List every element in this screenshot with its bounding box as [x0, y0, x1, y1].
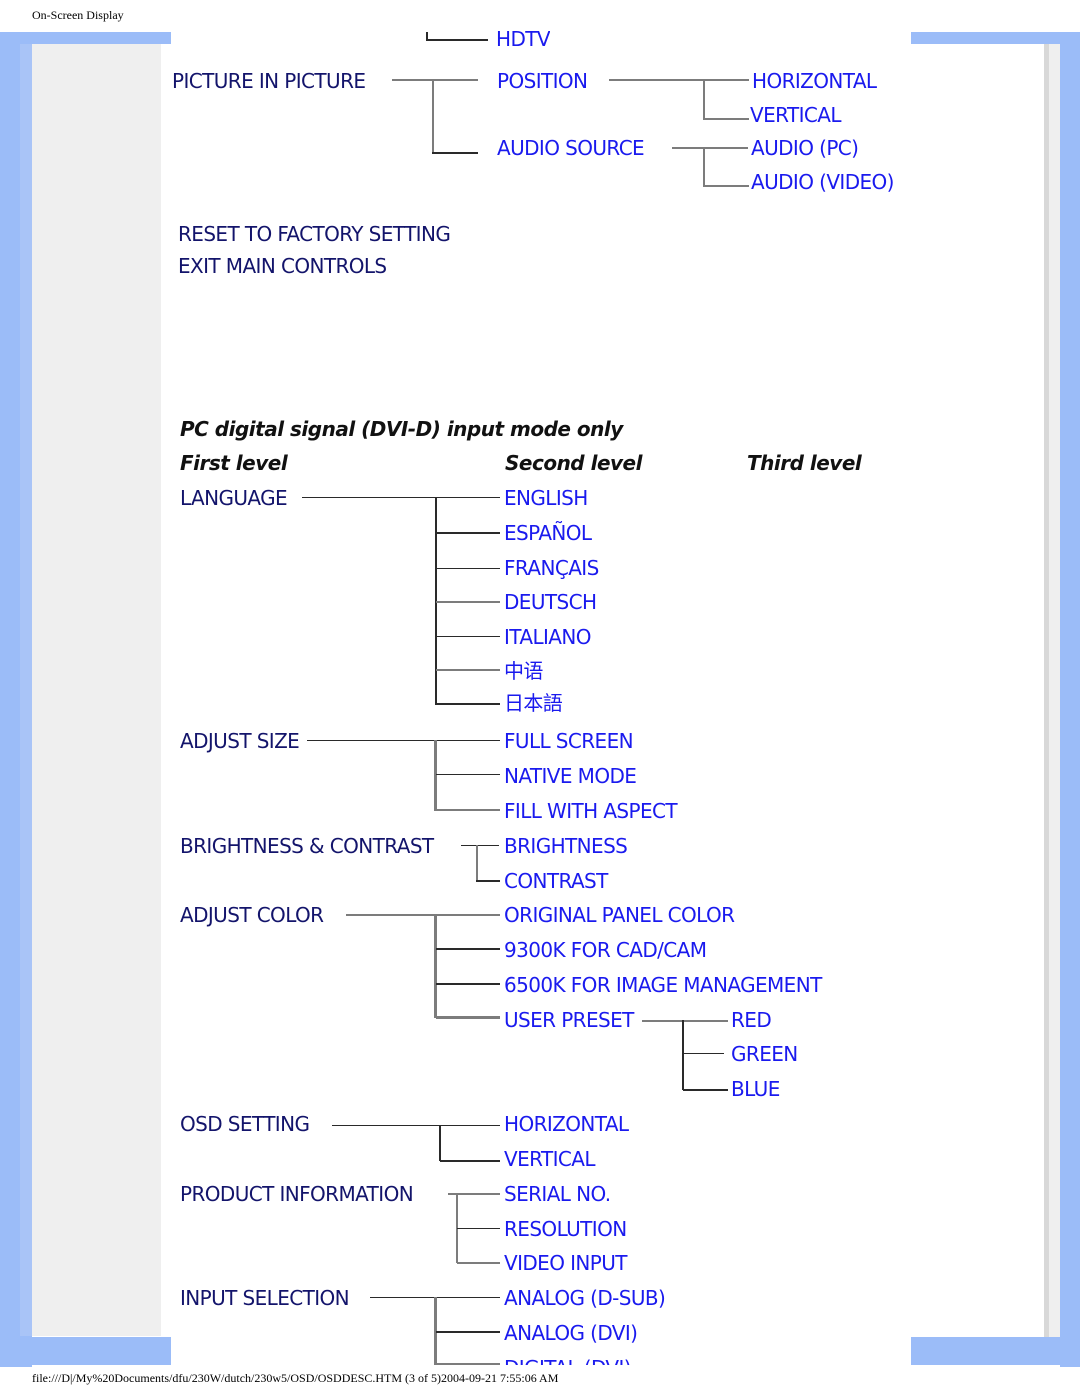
menu-item-audio-source: AUDIO SOURCE	[497, 136, 645, 160]
connector-line	[426, 39, 488, 41]
connector-line	[683, 1053, 724, 1054]
connector-line	[476, 880, 500, 882]
connector-line	[476, 845, 478, 881]
connector-line	[703, 118, 749, 120]
connector-line	[672, 147, 748, 149]
menu-item-red: RED	[731, 1008, 772, 1032]
menu-item-hdtv: HDTV	[496, 27, 550, 51]
connector-line	[346, 914, 500, 916]
menu-item-digital-dvi: DIGITAL (DVI)	[504, 1356, 632, 1365]
menu-item-osd-setting: OSD SETTING	[180, 1112, 310, 1136]
menu-item-vertical: VERTICAL	[750, 103, 841, 127]
menu-item-picture-in-picture: PICTURE IN PICTURE	[172, 69, 366, 93]
connector-line	[439, 1125, 441, 1161]
section-title-dvi: PC digital signal (DVI-D) input mode onl…	[180, 417, 623, 441]
menu-item-exit-main-controls: EXIT MAIN CONTROLS	[178, 254, 387, 278]
menu-item-contrast: CONTRAST	[504, 869, 608, 893]
menu-item-language: LANGUAGE	[180, 486, 288, 510]
menu-item-blue: BLUE	[731, 1077, 780, 1101]
osd-menu-diagram: HDTV PICTURE IN PICTURE POSITION HORIZON…	[0, 0, 1080, 1397]
menu-item-japanese: 日本語	[504, 691, 563, 715]
menu-item-adjust-color: ADJUST COLOR	[180, 903, 324, 927]
menu-item-adjust-size: ADJUST SIZE	[180, 729, 300, 753]
menu-item-product-information: PRODUCT INFORMATION	[180, 1182, 414, 1206]
column-header-second-level: Second level	[505, 451, 642, 475]
menu-item-brightness-contrast: BRIGHTNESS & CONTRAST	[180, 834, 434, 858]
connector-line	[436, 983, 500, 985]
menu-item-resolution: RESOLUTION	[504, 1217, 627, 1241]
connector-line	[436, 532, 500, 534]
connector-line	[434, 914, 437, 1018]
column-header-third-level: Third level	[747, 451, 862, 475]
connector-line	[703, 185, 749, 187]
connector-line	[332, 1125, 500, 1126]
menu-item-green: GREEN	[731, 1042, 798, 1066]
connector-line	[436, 809, 500, 811]
connector-line	[440, 1160, 500, 1162]
menu-item-espanol: ESPAÑOL	[504, 521, 592, 545]
connector-line	[457, 1262, 500, 1264]
connector-line	[436, 703, 500, 705]
menu-item-position: POSITION	[497, 69, 588, 93]
connector-line	[432, 79, 434, 153]
connector-line	[436, 948, 500, 950]
menu-item-horizontal: HORIZONTAL	[752, 69, 877, 93]
menu-item-osd-horizontal: HORIZONTAL	[504, 1112, 629, 1136]
connector-line	[683, 1089, 728, 1091]
menu-item-reset-factory: RESET TO FACTORY SETTING	[178, 222, 451, 246]
connector-line	[642, 1020, 728, 1022]
menu-item-chinese: 中语	[504, 659, 543, 683]
menu-item-9300k: 9300K FOR CAD/CAM	[504, 938, 707, 962]
connector-line	[432, 152, 478, 154]
clip-digital-dvi: DIGITAL (DVI)	[420, 1350, 720, 1365]
connector-line	[461, 845, 499, 846]
menu-item-full-screen: FULL SCREEN	[504, 729, 634, 753]
connector-line	[392, 79, 478, 81]
menu-item-francais: FRANÇAIS	[504, 556, 599, 580]
menu-item-italiano: ITALIANO	[504, 625, 591, 649]
menu-item-input-selection: INPUT SELECTION	[180, 1286, 350, 1310]
connector-line	[703, 147, 705, 186]
menu-item-user-preset: USER PRESET	[504, 1008, 634, 1032]
connector-line	[434, 740, 437, 811]
menu-item-brightness: BRIGHTNESS	[504, 834, 628, 858]
connector-line	[436, 669, 500, 671]
menu-item-video-input: VIDEO INPUT	[504, 1251, 628, 1275]
menu-item-osd-vertical: VERTICAL	[504, 1147, 595, 1171]
connector-line	[703, 79, 705, 119]
connector-line	[682, 1020, 684, 1090]
column-header-first-level: First level	[180, 451, 288, 475]
connector-line	[436, 1016, 500, 1019]
connector-line	[457, 1228, 500, 1229]
connector-line	[436, 636, 500, 637]
connector-line	[307, 740, 500, 741]
connector-line	[609, 79, 749, 81]
connector-line	[436, 568, 500, 569]
menu-item-audio-pc: AUDIO (PC)	[751, 136, 859, 160]
connector-line	[302, 497, 500, 498]
menu-item-analog-dsub: ANALOG (D-SUB)	[504, 1286, 666, 1310]
menu-item-english: ENGLISH	[504, 486, 588, 510]
menu-item-6500k: 6500K FOR IMAGE MANAGEMENT	[504, 973, 822, 997]
connector-line	[436, 1331, 500, 1333]
connector-line	[436, 601, 500, 603]
menu-item-native-mode: NATIVE MODE	[504, 764, 637, 788]
menu-item-analog-dvi: ANALOG (DVI)	[504, 1321, 638, 1345]
menu-item-deutsch: DEUTSCH	[504, 590, 597, 614]
connector-line	[436, 774, 500, 775]
menu-item-audio-video: AUDIO (VIDEO)	[751, 170, 894, 194]
menu-item-original-panel-color: ORIGINAL PANEL COLOR	[504, 903, 735, 927]
menu-item-serial-no: SERIAL NO.	[504, 1182, 611, 1206]
page-footer-path: file:///D|/My%20Documents/dfu/230W/dutch…	[32, 1371, 559, 1385]
menu-item-fill-with-aspect: FILL WITH ASPECT	[504, 799, 678, 823]
